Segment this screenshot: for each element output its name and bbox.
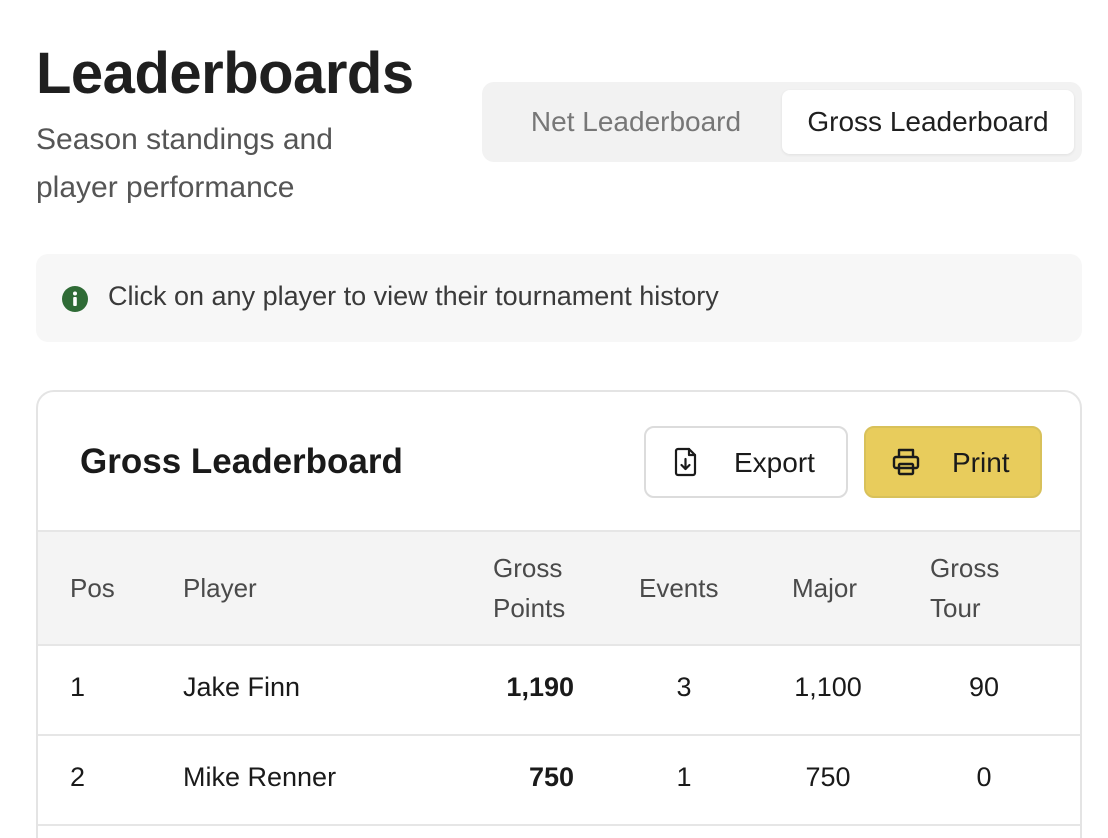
column-header-gross-points[interactable]: Gross Points: [493, 548, 593, 628]
cell-major: 1,100: [794, 672, 862, 702]
export-button[interactable]: Export: [644, 426, 848, 498]
tab-net-leaderboard[interactable]: Net Leaderboard: [500, 90, 772, 154]
leaderboard-tabs: Net Leaderboard Gross Leaderboard: [482, 82, 1082, 162]
export-button-label: Export: [734, 447, 815, 478]
print-button-label: Print: [952, 447, 1010, 478]
column-header-gross-tour[interactable]: Gross Tour: [930, 548, 1030, 628]
cell-gross-tour: 0: [976, 762, 992, 792]
info-text: Click on any player to view their tourna…: [108, 281, 719, 311]
tab-gross-leaderboard[interactable]: Gross Leaderboard: [782, 90, 1074, 154]
table-header: Pos Player Gross Points Events Major Gro…: [38, 530, 1080, 646]
cell-player[interactable]: Mike Renner: [183, 762, 336, 793]
cell-pos: 2: [70, 762, 86, 792]
card-title: Gross Leaderboard: [80, 442, 403, 481]
cell-player[interactable]: Jake Finn: [183, 672, 300, 703]
table-row[interactable]: 1 Jake Finn 1,190 3 1,100 90: [38, 646, 1080, 736]
cell-pos: 1: [70, 672, 86, 702]
column-header-major[interactable]: Major: [792, 568, 857, 608]
info-icon: [62, 286, 88, 312]
cell-events: 3: [676, 672, 692, 702]
column-header-events[interactable]: Events: [639, 568, 719, 608]
column-header-player[interactable]: Player: [183, 568, 257, 608]
column-header-pos[interactable]: Pos: [70, 568, 115, 608]
cell-events: 1: [676, 762, 692, 792]
print-button[interactable]: Print: [864, 426, 1042, 498]
cell-major: 750: [805, 762, 851, 792]
info-banner: Click on any player to view their tourna…: [36, 254, 1082, 342]
table-row[interactable]: 2 Mike Renner 750 1 750 0: [38, 736, 1080, 826]
cell-gross-tour: 90: [968, 672, 1000, 702]
page-title: Leaderboards: [36, 41, 414, 106]
page-subtitle: Season standings and player performance: [36, 123, 333, 204]
file-download-icon: [670, 446, 702, 478]
printer-icon: [890, 446, 922, 478]
cell-gross-points: 750: [528, 762, 574, 792]
cell-gross-points: 1,190: [506, 672, 574, 702]
leaderboard-card: Gross Leaderboard Export Print Pos Playe…: [36, 390, 1082, 838]
